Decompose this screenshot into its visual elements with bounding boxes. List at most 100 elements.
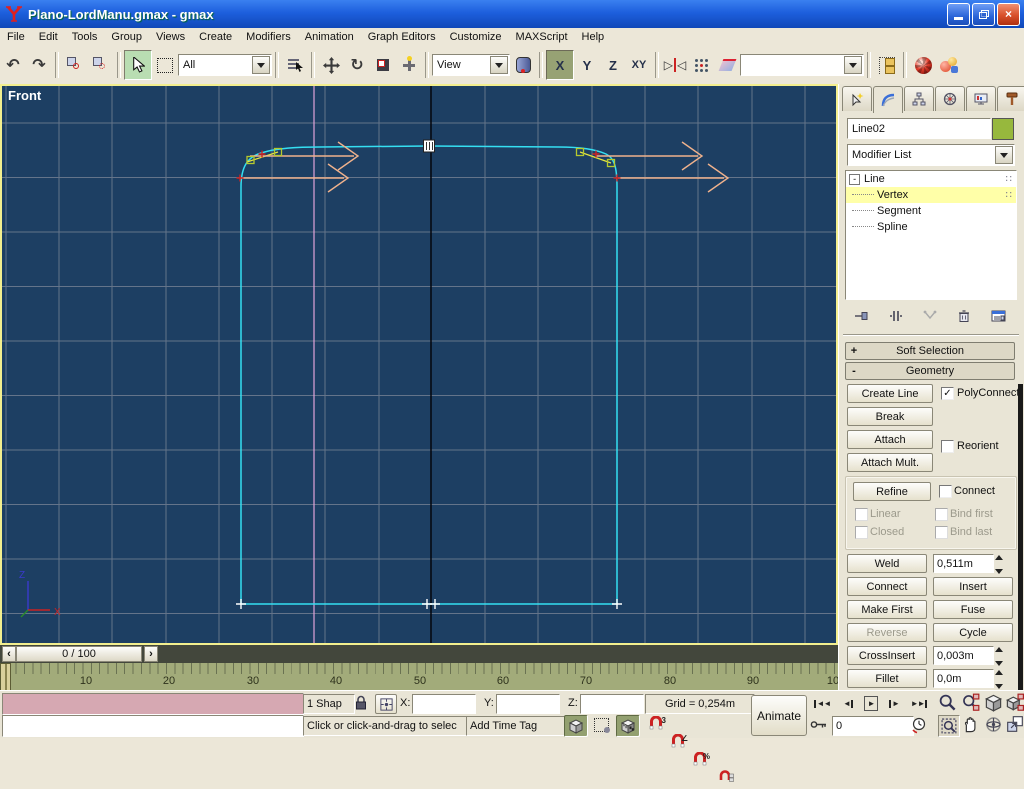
time-slider-left-button[interactable]: ‹ <box>2 646 16 662</box>
pan-button[interactable] <box>961 715 980 737</box>
maxscript-mini-listener-white[interactable] <box>2 715 304 737</box>
menu-views[interactable]: Views <box>149 31 192 43</box>
dropdown-arrow-icon[interactable] <box>844 56 862 74</box>
material-editor-button[interactable] <box>910 51 936 79</box>
render-button[interactable] <box>936 51 962 79</box>
min-max-toggle-button[interactable] <box>1006 715 1024 736</box>
previous-frame-button[interactable]: ◄ <box>838 694 858 713</box>
spinner-snap-toggle[interactable] <box>718 770 736 788</box>
tab-utilities[interactable] <box>997 86 1024 111</box>
restrict-xy-plane-button[interactable]: XY <box>626 51 652 79</box>
go-to-end-button[interactable]: ►► <box>906 694 932 713</box>
array-button[interactable] <box>688 51 714 79</box>
y-coordinate-field[interactable] <box>496 694 560 714</box>
restore-button[interactable] <box>972 3 995 26</box>
make-unique-button[interactable] <box>917 306 943 326</box>
degradation-override-toggle[interactable] <box>564 715 588 737</box>
rectangular-selection-region-button[interactable] <box>152 51 178 79</box>
menu-group[interactable]: Group <box>104 31 149 43</box>
percent-snap-toggle[interactable]: % <box>692 752 710 770</box>
menu-customize[interactable]: Customize <box>443 31 509 43</box>
weld-spinner[interactable] <box>992 553 1005 576</box>
restrict-x-button[interactable]: X <box>546 50 574 80</box>
x-coordinate-field[interactable] <box>412 694 476 714</box>
snap-toggle-3d[interactable]: 3 <box>648 716 666 734</box>
insert-button[interactable]: Insert <box>933 577 1013 596</box>
viewport-label[interactable]: Front <box>8 88 41 103</box>
select-and-manipulate-button[interactable] <box>396 51 422 79</box>
menu-file[interactable]: File <box>0 31 32 43</box>
menu-modifiers[interactable]: Modifiers <box>239 31 298 43</box>
dropdown-arrow-icon[interactable] <box>252 56 270 74</box>
crossinsert-spinner[interactable] <box>992 645 1005 668</box>
expand-icon[interactable]: - <box>849 174 860 185</box>
select-by-name-button[interactable] <box>282 51 308 79</box>
menu-help[interactable]: Help <box>575 31 612 43</box>
menu-graph-editors[interactable]: Graph Editors <box>361 31 443 43</box>
minimize-button[interactable] <box>947 3 970 26</box>
show-end-result-button[interactable] <box>883 306 909 326</box>
crossinsert-field[interactable]: 0,003m <box>933 646 994 665</box>
dropdown-arrow-icon[interactable] <box>995 146 1013 164</box>
arc-rotate-button[interactable] <box>984 715 1003 737</box>
named-selection-sets-dropdown[interactable] <box>740 54 864 76</box>
select-and-scale-button[interactable] <box>370 51 396 79</box>
tab-display[interactable] <box>966 86 996 111</box>
tab-create[interactable] <box>842 86 872 111</box>
menu-maxscript[interactable]: MAXScript <box>509 31 575 43</box>
select-and-link-button[interactable] <box>62 51 88 79</box>
connect-button[interactable]: Connect <box>847 577 927 596</box>
restrict-z-button[interactable]: Z <box>600 51 626 79</box>
region-zoom-button[interactable] <box>938 715 960 737</box>
select-and-move-button[interactable] <box>318 51 344 79</box>
menu-create[interactable]: Create <box>192 31 239 43</box>
menu-animation[interactable]: Animation <box>298 31 361 43</box>
fillet-spinner[interactable] <box>992 668 1005 691</box>
zoom-button[interactable] <box>938 693 957 715</box>
menu-tools[interactable]: Tools <box>65 31 105 43</box>
selection-lock-toggle[interactable] <box>353 694 369 715</box>
snap-cube-toggle[interactable] <box>616 715 640 737</box>
object-color-swatch[interactable] <box>992 118 1014 140</box>
time-slider-thumb[interactable]: 0 / 100 <box>16 646 142 662</box>
weld-threshold-field[interactable]: 0,511m <box>933 554 994 573</box>
use-pivot-point-center-button[interactable] <box>510 51 536 79</box>
polyconnect-checkbox[interactable]: ✓ <box>941 387 954 400</box>
mirror-button[interactable]: ▷◁ <box>662 51 688 79</box>
stack-row-vertex[interactable]: Vertex ∷ <box>846 187 1016 203</box>
reorient-checkbox[interactable] <box>941 440 954 453</box>
fillet-field[interactable]: 0,0m <box>933 669 994 688</box>
select-object-button[interactable] <box>124 50 152 80</box>
select-and-rotate-button[interactable]: ↻ <box>344 51 370 79</box>
track-bar[interactable]: 10 20 30 40 50 60 70 80 90 100 <box>0 663 838 691</box>
reference-coordinate-system-dropdown[interactable]: View <box>432 54 510 76</box>
viewport-canvas[interactable]: Z X <box>2 86 836 643</box>
break-button[interactable]: Break <box>847 407 933 426</box>
close-button[interactable]: × <box>997 3 1020 26</box>
crossinsert-button[interactable]: CrossInsert <box>847 646 927 665</box>
animate-button[interactable]: Animate <box>751 695 807 736</box>
redo-button[interactable]: ↷ <box>26 51 52 79</box>
tab-hierarchy[interactable] <box>904 86 934 111</box>
stack-row-segment[interactable]: Segment <box>846 203 1016 219</box>
attach-button[interactable]: Attach <box>847 430 933 449</box>
object-name-field[interactable]: Line02 <box>847 118 991 139</box>
set-key-toggle[interactable] <box>810 716 828 736</box>
fillet-button[interactable]: Fillet <box>847 669 927 688</box>
zoom-extents-all-button[interactable] <box>1005 693 1024 715</box>
panel-scrollbar[interactable] <box>1018 384 1023 690</box>
stack-row-spline[interactable]: Spline <box>846 219 1016 235</box>
maxscript-mini-listener-pink[interactable] <box>2 693 304 715</box>
go-to-start-button[interactable]: ◄◄ <box>810 694 834 713</box>
selection-filter-dropdown[interactable]: All <box>178 54 272 76</box>
time-configuration-button[interactable] <box>910 716 928 737</box>
fuse-button[interactable]: Fuse <box>933 600 1013 619</box>
configure-modifier-sets-button[interactable] <box>985 306 1011 326</box>
absolute-offset-toggle[interactable] <box>375 694 397 714</box>
menu-edit[interactable]: Edit <box>32 31 65 43</box>
remove-modifier-button[interactable] <box>951 306 977 326</box>
connect-checkbox[interactable] <box>939 485 952 498</box>
undo-button[interactable]: ↶ <box>0 51 26 79</box>
soft-selection-rollout[interactable]: + Soft Selection <box>845 342 1015 360</box>
geometry-rollout[interactable]: - Geometry <box>845 362 1015 380</box>
